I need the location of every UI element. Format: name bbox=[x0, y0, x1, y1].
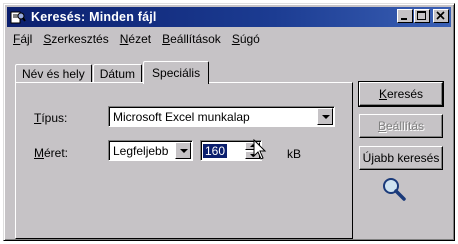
menu-edit[interactable]: Szerkesztés bbox=[38, 32, 114, 46]
tab-date[interactable]: Dátum bbox=[92, 64, 143, 83]
menu-file[interactable]: Fájl bbox=[8, 32, 38, 46]
find-window: Keresés: Minden fájl Fájl Szerkesztés Né… bbox=[3, 3, 455, 241]
title-bar[interactable]: Keresés: Minden fájl bbox=[7, 7, 451, 27]
chevron-down-icon bbox=[180, 149, 188, 153]
size-mode-dropdown-button[interactable] bbox=[175, 142, 191, 159]
minimize-button[interactable] bbox=[397, 9, 413, 23]
window-title: Keresés: Minden fájl bbox=[31, 10, 157, 24]
menu-settings[interactable]: Beállítások bbox=[157, 32, 227, 46]
tab-name-location[interactable]: Név és hely bbox=[15, 64, 92, 83]
magnifier-icon bbox=[383, 178, 406, 201]
find-app-icon bbox=[10, 9, 26, 25]
type-value: Microsoft Excel munkalap bbox=[113, 109, 250, 124]
close-button[interactable] bbox=[433, 9, 449, 23]
maximize-button[interactable] bbox=[414, 9, 430, 23]
type-combo[interactable]: Microsoft Excel munkalap bbox=[108, 106, 335, 127]
type-dropdown-button[interactable] bbox=[317, 108, 333, 125]
search-button[interactable]: Keresés bbox=[358, 81, 444, 107]
new-search-button[interactable]: Új abb keresés bbox=[359, 146, 443, 170]
size-unit: kB bbox=[287, 147, 302, 161]
size-mode-value: Legfeljebb bbox=[113, 143, 169, 158]
chevron-down-icon bbox=[322, 115, 330, 119]
size-label: Méret: bbox=[34, 146, 69, 160]
minimize-icon bbox=[401, 18, 407, 20]
maximize-icon bbox=[417, 11, 426, 20]
size-value: 160 bbox=[203, 143, 228, 158]
settings-button[interactable]: Beállítás bbox=[359, 114, 443, 138]
menu-help[interactable]: Súgó bbox=[227, 32, 266, 46]
mouse-cursor-icon bbox=[253, 139, 267, 160]
menu-view[interactable]: Nézet bbox=[115, 32, 157, 46]
close-icon bbox=[436, 11, 445, 20]
size-mode-combo[interactable]: Legfeljebb bbox=[108, 140, 193, 161]
type-label: Típus: bbox=[34, 111, 68, 125]
menu-bar: Fájl Szerkesztés Nézet Beállítások Súgó bbox=[8, 29, 266, 49]
tab-advanced[interactable]: Speciális bbox=[143, 61, 210, 84]
